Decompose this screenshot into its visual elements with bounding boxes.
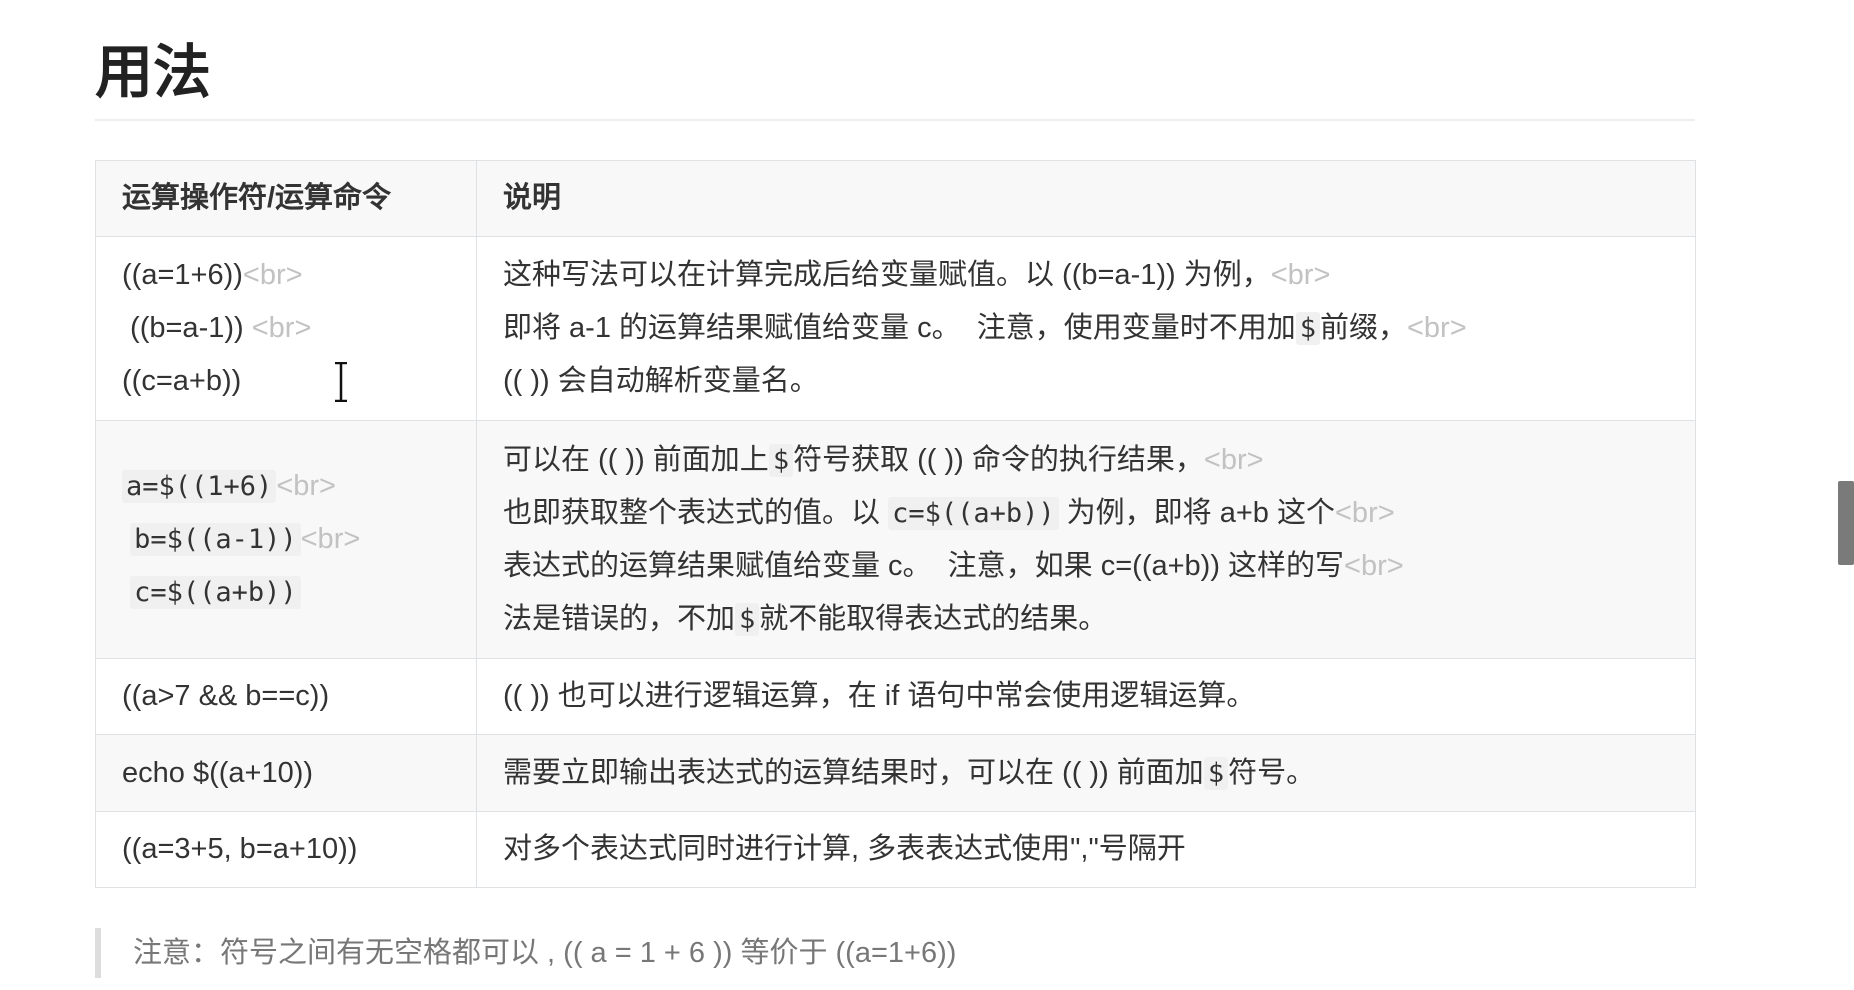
operator-cell: ((a=1+6))<br> ((b=a-1)) <br> ((c=a+b)): [95, 236, 477, 421]
inline-code: c=$((a+b)): [130, 576, 301, 609]
description-cell: 需要立即输出表达式的运算结果时，可以在 (( )) 前面加 $ 符号。: [476, 734, 1696, 812]
operator-line: ((a=1+6))<br>: [122, 259, 303, 291]
table-row: ((a=3+5, b=a+10)) 对多个表达式同时进行计算, 多表表达式使用"…: [95, 811, 1696, 888]
operator-cell: echo $((a+10)): [95, 734, 477, 812]
column-header-description: 说明: [476, 160, 1696, 237]
inline-code: $: [768, 443, 794, 477]
heading-divider: [95, 119, 1695, 121]
scrollbar-thumb[interactable]: [1838, 481, 1854, 565]
inline-code: c=$((a+b)): [888, 496, 1059, 530]
operator-cell: a=$((1+6) <br> b=$((a-1)) <br> c=$((a+b)): [95, 420, 477, 659]
description-cell: 这种写法可以在计算完成后给变量赋值。以 ((b=a-1)) 为例，<br> 即将…: [476, 236, 1696, 421]
inline-code: b=$((a-1)): [130, 523, 301, 556]
operator-line: ((c=a+b)): [122, 365, 242, 397]
page-title: 用法: [95, 38, 212, 106]
description-cell: (( )) 也可以进行逻辑运算，在 if 语句中常会使用逻辑运算。: [476, 658, 1696, 735]
inline-code: $: [1295, 312, 1320, 345]
table-row: ((a>7 && b==c)) (( )) 也可以进行逻辑运算，在 if 语句中…: [95, 658, 1696, 735]
description-cell: 对多个表达式同时进行计算, 多表表达式使用","号隔开: [476, 811, 1696, 888]
usage-table: 运算操作符/运算命令 说明 ((a=1+6))<br> ((b=a-1)) <b…: [95, 160, 1696, 888]
operator-cell: ((a=3+5, b=a+10)): [95, 811, 477, 888]
inline-code: $: [1203, 756, 1229, 790]
column-header-operator: 运算操作符/运算命令: [95, 160, 477, 237]
table-row: echo $((a+10)) 需要立即输出表达式的运算结果时，可以在 (( ))…: [95, 734, 1696, 812]
operator-line: ((b=a-1)) <br>: [122, 312, 312, 344]
note-blockquote: 注意：符号之间有无空格都可以 , (( a = 1 + 6 )) 等价于 ((a…: [95, 928, 1695, 978]
description-cell: 可以在 (( )) 前面加上 $ 符号获取 (( )) 命令的执行结果，<br> 也…: [476, 420, 1696, 659]
table-header-row: 运算操作符/运算命令 说明: [95, 160, 1696, 237]
operator-cell: ((a>7 && b==c)): [95, 658, 477, 735]
text-cursor-icon: [335, 362, 347, 402]
table-row: a=$((1+6) <br> b=$((a-1)) <br> c=$((a+b)) …: [95, 420, 1696, 659]
inline-code: a=$((1+6): [122, 470, 277, 503]
inline-code: $: [735, 602, 760, 636]
